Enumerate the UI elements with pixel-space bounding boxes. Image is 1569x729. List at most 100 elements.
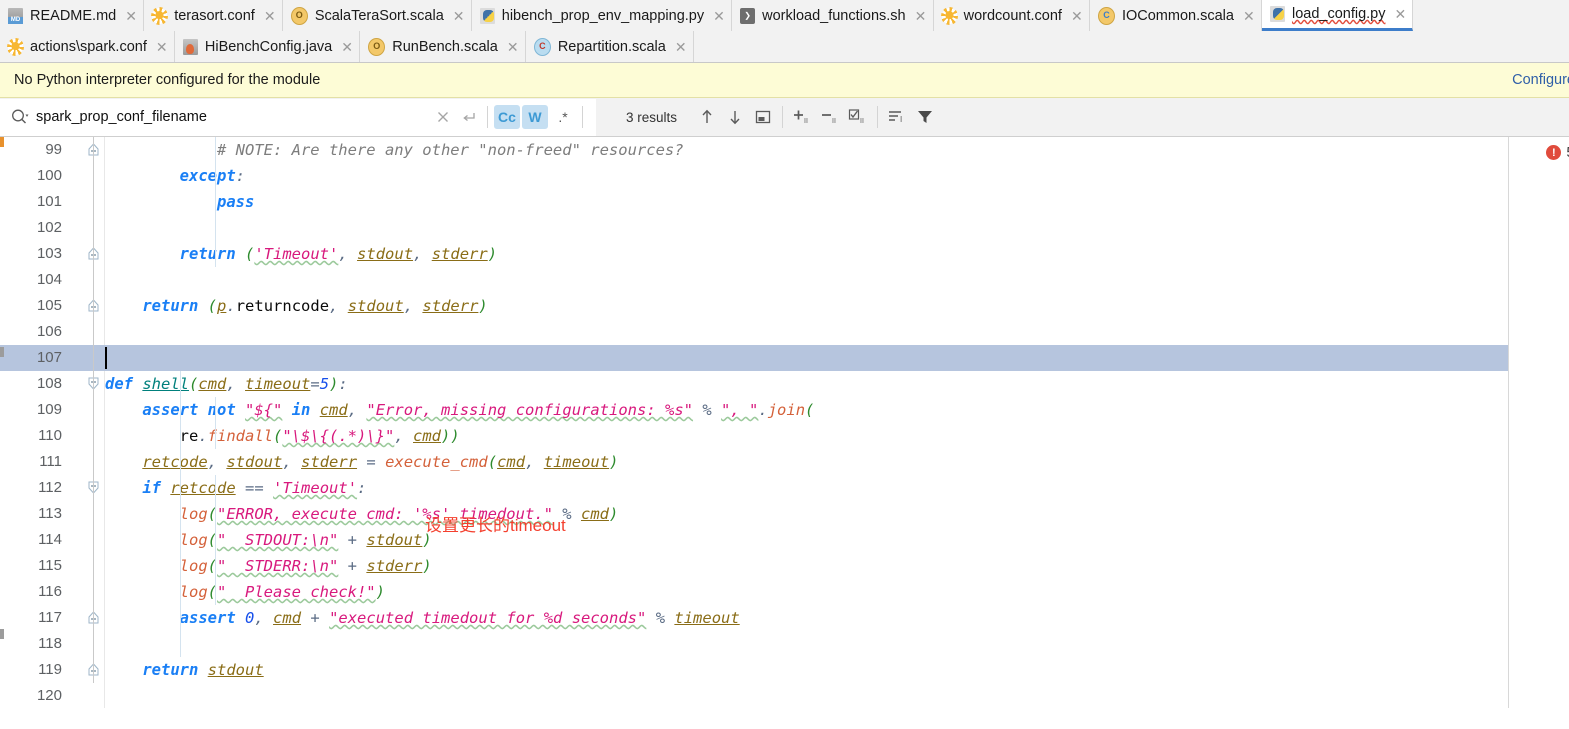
code-line[interactable]: 116 log(" Please check!") bbox=[0, 579, 1569, 605]
next-occurrence-button[interactable] bbox=[721, 104, 749, 130]
select-all-occurrences-button[interactable] bbox=[749, 104, 777, 130]
find-controls: Cc W .* bbox=[430, 98, 596, 136]
tab-close-icon[interactable]: ✕ bbox=[713, 9, 725, 23]
editor-error-stripe[interactable]: ! 55 bbox=[1508, 137, 1569, 708]
search-history-icon[interactable] bbox=[456, 104, 482, 130]
code-line[interactable]: 100 except: bbox=[0, 163, 1569, 189]
tab-close-icon[interactable]: ✕ bbox=[341, 40, 353, 54]
code-line[interactable]: 105 return (p.returncode, stdout, stderr… bbox=[0, 293, 1569, 319]
tab-close-icon[interactable]: ✕ bbox=[453, 9, 465, 23]
tab-label: hibench_prop_env_mapping.py bbox=[501, 7, 705, 24]
editor-tab-iocommon-scala[interactable]: IOCommon.scala ✕ bbox=[1089, 0, 1262, 31]
editor-tab-scalaterasort-scala[interactable]: ScalaTeraSort.scala ✕ bbox=[282, 0, 472, 31]
editor-tab-terasort-conf[interactable]: terasort.conf ✕ bbox=[144, 0, 283, 31]
code-line[interactable]: 109 assert not "${" in cmd, "Error, miss… bbox=[0, 397, 1569, 423]
code-line[interactable]: 111 retcode, stdout, stderr = execute_cm… bbox=[0, 449, 1569, 475]
code-line[interactable]: 103 return ('Timeout', stdout, stderr) bbox=[0, 241, 1569, 267]
editor-tab-hibench-prop-env-mapping-py[interactable]: hibench_prop_env_mapping.py ✕ bbox=[471, 0, 733, 31]
code-line[interactable]: 119 return stdout bbox=[0, 657, 1569, 683]
code-line[interactable]: 110 re.findall("\$\{(.*)\}", cmd)) bbox=[0, 423, 1569, 449]
editor-tab-hibenchconfig-java[interactable]: HiBenchConfig.java ✕ bbox=[174, 31, 361, 62]
tab-close-icon[interactable]: ✕ bbox=[1243, 9, 1255, 23]
shell-script-icon bbox=[740, 7, 756, 24]
whole-words-toggle[interactable]: W bbox=[522, 105, 548, 129]
tab-close-icon[interactable]: ✕ bbox=[507, 40, 519, 54]
tab-close-icon[interactable]: ✕ bbox=[1394, 7, 1406, 21]
conf-file-icon bbox=[152, 7, 168, 24]
tab-label: wordcount.conf bbox=[963, 7, 1062, 24]
editor-tab-workload-functions-sh[interactable]: workload_functions.sh ✕ bbox=[732, 0, 934, 31]
conf-file-icon bbox=[8, 38, 23, 55]
select-all-button[interactable]: II bbox=[844, 104, 872, 130]
tab-close-icon[interactable]: ✕ bbox=[675, 40, 687, 54]
code-line[interactable]: 113 log("ERROR, execute cmd: '%s' timedo… bbox=[0, 501, 1569, 527]
line-number: 103 bbox=[36, 245, 62, 262]
code-line[interactable]: 99 # NOTE: Are there any other "non-free… bbox=[0, 137, 1569, 163]
code-line[interactable]: 106 bbox=[0, 319, 1569, 345]
code-line[interactable]: 117 assert 0, cmd + "executed timedout f… bbox=[0, 605, 1569, 631]
match-case-toggle[interactable]: Cc bbox=[494, 105, 520, 129]
tab-close-icon[interactable]: ✕ bbox=[915, 9, 927, 23]
tab-row-2: actions\spark.conf✕HiBenchConfig.java✕Ru… bbox=[0, 31, 1569, 62]
code-line[interactable]: 108 def shell(cmd, timeout=5): bbox=[0, 371, 1569, 397]
prev-occurrence-button[interactable] bbox=[693, 104, 721, 130]
code-line[interactable]: 120 bbox=[0, 683, 1569, 708]
tab-label: Repartition.scala bbox=[557, 38, 666, 55]
code-text: return (p.returncode, stdout, stderr) bbox=[142, 297, 488, 315]
conf-file-icon bbox=[941, 7, 957, 24]
tab-row-1: README.md✕terasort.conf✕ScalaTeraSort.sc… bbox=[0, 0, 1569, 31]
scala-object-icon bbox=[368, 37, 386, 56]
editor-tab-runbench-scala[interactable]: RunBench.scala ✕ bbox=[360, 31, 526, 62]
tab-close-icon[interactable]: ✕ bbox=[264, 9, 276, 23]
tab-close-icon[interactable]: ✕ bbox=[1071, 9, 1083, 23]
code-line[interactable]: 102 bbox=[0, 215, 1569, 241]
code-text: return ('Timeout', stdout, stderr) bbox=[179, 245, 498, 263]
code-line[interactable]: 115 log(" STDERR:\n" + stderr) bbox=[0, 553, 1569, 579]
code-line[interactable]: 112 if retcode == 'Timeout': bbox=[0, 475, 1569, 501]
line-number: 101 bbox=[36, 193, 62, 210]
code-text: except: bbox=[179, 167, 245, 185]
code-editor[interactable]: 99 # NOTE: Are there any other "non-free… bbox=[0, 137, 1569, 708]
python-file-icon bbox=[1269, 6, 1285, 22]
tab-close-icon[interactable]: ✕ bbox=[156, 40, 168, 54]
code-text: assert not "${" in cmd, "Error, missing … bbox=[142, 401, 815, 419]
code-text: pass bbox=[216, 193, 255, 211]
filter-results-button[interactable]: I bbox=[883, 104, 911, 130]
code-line[interactable]: 107 bbox=[0, 345, 1569, 371]
code-line[interactable]: 101 pass bbox=[0, 189, 1569, 215]
filter-button[interactable] bbox=[911, 104, 939, 130]
search-icon bbox=[10, 107, 30, 127]
code-text: log(" STDERR:\n" + stderr) bbox=[179, 557, 432, 575]
search-input[interactable]: spark_prop_conf_filename bbox=[0, 98, 430, 136]
editor-tab-bar: README.md✕terasort.conf✕ScalaTeraSort.sc… bbox=[0, 0, 1569, 63]
tab-close-icon[interactable]: ✕ bbox=[125, 9, 137, 23]
scala-class-icon bbox=[1097, 6, 1115, 25]
banner-configure-link[interactable]: Configure bbox=[1512, 72, 1569, 88]
indent-guide bbox=[215, 397, 216, 449]
code-text: assert 0, cmd + "executed timedout for %… bbox=[179, 609, 740, 627]
line-number: 113 bbox=[38, 505, 62, 522]
add-selection-button[interactable]: II bbox=[788, 104, 816, 130]
scala-class-red-icon bbox=[533, 37, 551, 56]
regex-toggle[interactable]: .* bbox=[550, 105, 576, 129]
fold-region-line bbox=[93, 137, 94, 683]
editor-tab-wordcount-conf[interactable]: wordcount.conf ✕ bbox=[933, 0, 1090, 31]
error-count-indicator[interactable]: ! 55 bbox=[1546, 144, 1569, 161]
editor-tab-load-config-py[interactable]: load_config.py ✕ bbox=[1261, 0, 1414, 31]
line-number: 111 bbox=[39, 453, 62, 470]
clear-search-button[interactable] bbox=[430, 104, 456, 130]
editor-tab-repartition-scala[interactable]: Repartition.scala ✕ bbox=[525, 31, 694, 62]
editor-tab-actions-spark-conf[interactable]: actions\spark.conf ✕ bbox=[0, 31, 175, 62]
code-line[interactable]: 118 bbox=[0, 631, 1569, 657]
remove-selection-button[interactable]: II bbox=[816, 104, 844, 130]
svg-text:II: II bbox=[860, 118, 864, 125]
code-line[interactable]: 104 bbox=[0, 267, 1569, 293]
svg-text:I: I bbox=[900, 115, 902, 124]
code-text: def shell(cmd, timeout=5): bbox=[105, 375, 348, 393]
code-line[interactable]: 114 log(" STDOUT:\n" + stdout) bbox=[0, 527, 1569, 553]
text-caret bbox=[105, 347, 107, 369]
line-number: 116 bbox=[38, 583, 62, 600]
editor-tab-readme-md[interactable]: README.md ✕ bbox=[0, 0, 145, 31]
code-text: if retcode == 'Timeout': bbox=[142, 479, 367, 497]
line-number: 100 bbox=[36, 167, 62, 184]
